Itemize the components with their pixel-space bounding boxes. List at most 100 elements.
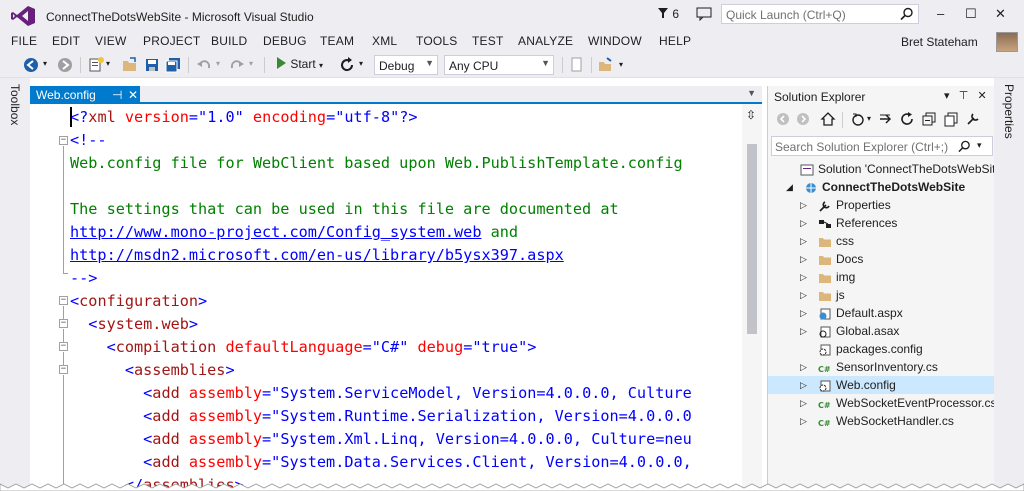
browser-link-icon[interactable] [597,56,615,74]
code-line[interactable]: <compilation defaultLanguage="C#" debug=… [70,336,742,359]
home-icon[interactable] [820,111,836,127]
tab-web-config[interactable]: Web.config ⊣ ✕ [30,86,140,104]
code-hyperlink[interactable]: http://www.mono-project.com/Config_syste… [70,223,481,241]
code-line[interactable]: <!-- [70,129,742,152]
forward-icon[interactable] [796,112,810,126]
tree-item[interactable]: ▷ css [768,232,995,250]
collapsed-arrow-icon[interactable]: ▷ [800,412,810,430]
tree-item[interactable]: ▷ img [768,268,995,286]
tree-item[interactable]: ▷ Docs [768,250,995,268]
undo-icon[interactable] [195,56,213,74]
code-line[interactable]: --> [70,267,742,290]
solution-configuration-dropdown[interactable]: Debug ▼ [374,55,438,75]
code-text[interactable]: <?xml version="1.0" encoding="utf-8"?> <!… [70,106,742,491]
properties-tab[interactable]: Properties [1002,84,1016,139]
scrollbar-thumb[interactable] [747,144,757,334]
menu-window[interactable]: WINDOW [588,34,642,48]
code-line[interactable]: <add assembly="System.Data.Services.Clie… [70,451,742,474]
solution-platform-dropdown[interactable]: Any CPU ▼ [444,55,554,75]
menu-tools[interactable]: TOOLS [416,34,457,48]
collapsed-arrow-icon[interactable]: ▷ [800,196,810,214]
tree-item[interactable]: ▷ References [768,214,995,232]
tree-item[interactable]: ▷ C# WebSocketEventProcessor.cs [768,394,997,412]
collapsed-arrow-icon[interactable]: ▷ [800,376,810,394]
collapsed-arrow-icon[interactable]: ▷ [800,232,810,250]
code-line[interactable]: <add assembly="System.Runtime.Serializat… [70,405,742,428]
window-position-dropdown-icon[interactable]: ▾ [944,90,950,102]
collapse-all-icon[interactable] [921,111,937,127]
maximize-button[interactable]: ☐ [965,6,977,22]
open-file-icon[interactable] [121,56,139,74]
collapsed-arrow-icon[interactable]: ▷ [800,394,810,412]
code-line[interactable]: The settings that can be used in this fi… [70,198,742,221]
save-all-icon[interactable] [164,56,182,74]
user-name[interactable]: Bret Stateham [901,35,978,49]
menu-test[interactable]: TEST [472,34,503,48]
search-icon[interactable] [958,140,971,153]
editor-vertical-scrollbar[interactable] [742,104,762,491]
collapsed-arrow-icon[interactable]: ▷ [800,250,810,268]
split-window-icon[interactable]: ⇳ [746,108,756,122]
find-in-files-icon[interactable] [568,56,586,74]
back-icon[interactable] [22,56,40,74]
code-line[interactable]: <assemblies> [70,359,742,382]
search-icon[interactable] [900,7,914,21]
tree-item[interactable]: ▷ Properties [768,196,995,214]
undo-dropdown-icon[interactable]: ▾ [216,59,220,68]
collapsed-arrow-icon[interactable]: ▷ [800,304,810,322]
forward-icon[interactable] [56,56,74,74]
code-line[interactable]: <add assembly="System.Xml.Linq, Version=… [70,428,742,451]
collapse-assemblies-icon[interactable]: − [59,365,68,374]
tree-item[interactable]: ▷ Global.asax [768,322,995,340]
collapsed-arrow-icon[interactable]: ▷ [800,322,810,340]
filter-dropdown-icon[interactable]: ▾ [867,114,871,123]
collapse-system-web-icon[interactable]: − [59,319,68,328]
show-all-files-icon[interactable] [943,111,959,127]
collapsed-arrow-icon[interactable]: ▷ [800,268,810,286]
back-dropdown-icon[interactable]: ▾ [43,59,47,68]
code-hyperlink[interactable]: http://msdn2.microsoft.com/en-us/library… [70,246,564,264]
toolbar-overflow-icon[interactable]: ▾ [619,60,623,69]
notifications-button[interactable]: 6 [657,7,679,21]
pin-icon[interactable]: ⊣ [112,86,122,104]
refresh-icon[interactable] [338,56,356,74]
expanded-arrow-icon[interactable]: ◢ [786,178,796,196]
tree-item[interactable]: ▷ C# WebSocketHandler.cs [768,412,995,430]
code-line[interactable]: <add assembly="System.ServiceModel, Vers… [70,382,742,405]
save-icon[interactable] [143,56,161,74]
code-line[interactable]: <?xml version="1.0" encoding="utf-8"?> [70,106,742,129]
menu-xml[interactable]: XML [372,34,397,48]
menu-edit[interactable]: EDIT [52,34,80,48]
code-line[interactable]: <configuration> [70,290,742,313]
start-debugging-button[interactable]: Start ▾ [275,56,323,74]
menu-file[interactable]: FILE [11,34,37,48]
redo-dropdown-icon[interactable]: ▾ [249,59,253,68]
menu-view[interactable]: VIEW [95,34,126,48]
code-line[interactable]: Web.config file for WebClient based upon… [70,152,742,175]
tree-item[interactable]: ▷ Web.config [768,376,995,394]
menu-help[interactable]: HELP [659,34,691,48]
close-icon[interactable]: ✕ [977,90,986,102]
collapse-configuration-icon[interactable]: − [59,296,68,305]
menu-analyze[interactable]: ANALYZE [518,34,573,48]
tree-item[interactable]: ▷ C# SensorInventory.cs [768,358,995,376]
collapse-comment-icon[interactable]: − [59,136,68,145]
close-tab-icon[interactable]: ✕ [128,86,138,104]
refresh-icon[interactable] [899,111,915,127]
tree-item[interactable]: ◢ ConnectTheDotsWebSite [768,178,995,196]
minimize-button[interactable]: – [937,6,944,21]
collapsed-arrow-icon[interactable]: ▷ [800,358,810,376]
code-line[interactable]: <system.web> [70,313,742,336]
feedback-icon[interactable] [696,7,712,21]
pin-icon[interactable]: ⊤ [959,90,969,102]
quick-launch-input[interactable]: Quick Launch (Ctrl+Q) [721,4,919,24]
tree-item[interactable]: Solution 'ConnectTheDotsWebSite' ( [768,160,1012,178]
code-line[interactable]: http://www.mono-project.com/Config_syste… [70,221,742,244]
collapse-compilation-icon[interactable]: − [59,342,68,351]
new-project-icon[interactable] [87,56,105,74]
collapsed-arrow-icon[interactable]: ▷ [800,214,810,232]
code-line[interactable]: http://msdn2.microsoft.com/en-us/library… [70,244,742,267]
tree-item[interactable]: ▷ Default.aspx [768,304,995,322]
tree-item[interactable]: ▷ js [768,286,995,304]
pending-changes-filter-icon[interactable] [850,111,866,127]
